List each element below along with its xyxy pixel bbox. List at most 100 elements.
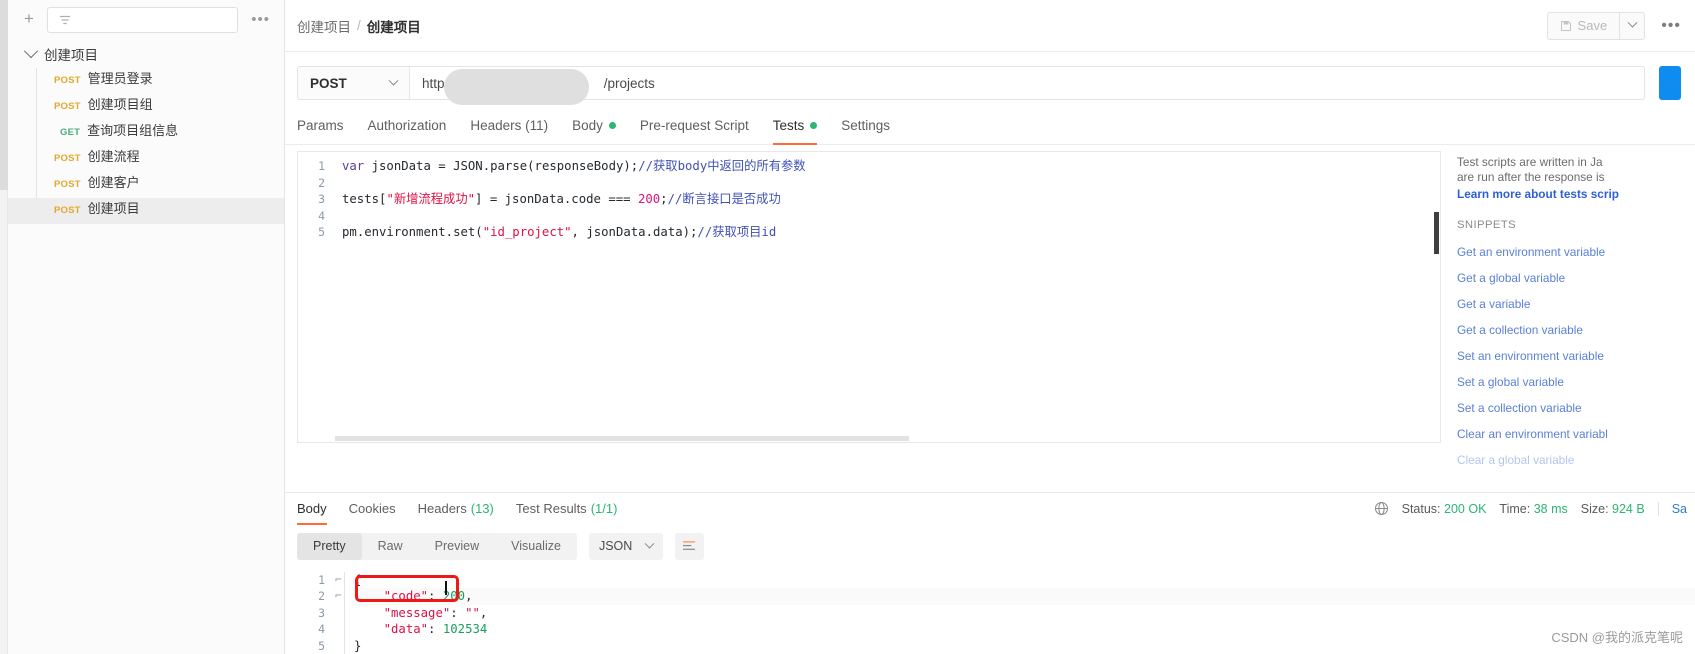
sidebar-toolbar: + ••• — [8, 0, 284, 40]
filter-icon — [59, 15, 71, 25]
snippet-get-environment-variable[interactable]: Get an environment variable — [1457, 239, 1695, 265]
method-badge: POST — [54, 179, 81, 190]
request-label: 创建客户 — [87, 175, 140, 190]
sidebar-request-3[interactable]: POST 创建流程 — [8, 146, 284, 172]
collection-name: 创建项目 — [44, 48, 98, 63]
language-value: JSON — [598, 539, 633, 553]
send-button[interactable] — [1659, 66, 1681, 100]
format-preview[interactable]: Preview — [419, 533, 495, 560]
fold-markers[interactable]: ⌐ ⌐ — [335, 572, 344, 654]
redacted-host-overlay — [444, 69, 589, 105]
sidebar: + ••• 创建项目 POST 管理员登录 POST 创建项目组 GET 查询项… — [8, 0, 285, 654]
tab-count: (13) — [470, 501, 494, 516]
response-tabs: Body Cookies Headers (13) Test Results (… — [297, 492, 617, 525]
snippet-get-global-variable[interactable]: Get a global variable — [1457, 265, 1695, 291]
breadcrumb-current: 创建项目 — [366, 19, 421, 35]
format-raw[interactable]: Raw — [362, 533, 419, 560]
tab-tests[interactable]: Tests — [772, 114, 818, 145]
format-visualize[interactable]: Visualize — [495, 533, 577, 560]
line-number: 5 — [318, 225, 325, 239]
response-tab-test-results[interactable]: Test Results (1/1) — [516, 492, 618, 525]
save-button[interactable]: Save — [1546, 11, 1620, 40]
sidebar-request-5[interactable]: POST 创建项目 — [8, 198, 284, 224]
header-more-button[interactable]: ••• — [1661, 17, 1681, 35]
method-value: POST — [310, 75, 347, 91]
method-select[interactable]: POST — [298, 67, 410, 99]
wrap-lines-button[interactable] — [675, 532, 705, 560]
snippet-set-environment-variable[interactable]: Set an environment variable — [1457, 343, 1695, 369]
learn-more-link[interactable]: Learn more about tests scrip — [1457, 187, 1695, 201]
fold-open-icon: ⌐ — [335, 572, 342, 586]
breadcrumb-bar: 创建项目 / 创建项目 Save ••• — [285, 0, 1695, 52]
response-body-code: { "code": 200, "message": "", "data": 10… — [344, 571, 1695, 654]
tab-params[interactable]: Params — [297, 114, 344, 144]
sidebar-request-1[interactable]: POST 创建项目组 — [8, 94, 284, 120]
snippet-clear-global-variable[interactable]: Clear a global variable — [1457, 447, 1695, 473]
has-content-dot-icon — [810, 122, 818, 129]
editor-vertical-scrollbar[interactable] — [1434, 212, 1439, 254]
rail-scrollbar-thumb[interactable] — [0, 0, 8, 190]
body-line-4: "data": 102534 — [383, 622, 488, 636]
method-badge: POST — [54, 75, 81, 86]
body-line-1: { — [354, 572, 362, 587]
response-language-select[interactable]: JSON — [588, 532, 664, 560]
tab-settings[interactable]: Settings — [841, 114, 890, 144]
body-line-5: } — [354, 638, 362, 653]
response-tab-headers[interactable]: Headers (13) — [418, 492, 494, 525]
response-tab-body[interactable]: Body — [297, 492, 327, 525]
editor-horizontal-scrollbar[interactable] — [335, 436, 1439, 441]
method-badge: POST — [54, 101, 81, 112]
url-suffix: /projects — [603, 75, 655, 91]
tab-headers[interactable]: Headers (11) — [470, 114, 548, 144]
status-group: Status: 200 OK — [1402, 502, 1487, 516]
snippet-clear-environment-variable[interactable]: Clear an environment variabl — [1457, 421, 1695, 447]
line-number: 3 — [318, 605, 325, 620]
url-input[interactable]: http:// /projects — [410, 67, 1644, 105]
collection-row[interactable]: 创建项目 — [8, 40, 284, 68]
tab-label: Tests — [772, 118, 805, 133]
tab-label: Headers — [417, 501, 467, 516]
save-response-button[interactable]: Sa — [1657, 501, 1687, 516]
tab-pre-request-script[interactable]: Pre-request Script — [640, 114, 749, 144]
request-list: POST 管理员登录 POST 创建项目组 GET 查询项目组信息 POST 创… — [8, 68, 284, 224]
time-value: 38 ms — [1533, 501, 1568, 516]
snippet-get-variable[interactable]: Get a variable — [1457, 291, 1695, 317]
method-badge: POST — [54, 205, 81, 216]
snippet-get-collection-variable[interactable]: Get a collection variable — [1457, 317, 1695, 343]
snippet-set-global-variable[interactable]: Set a global variable — [1457, 369, 1695, 395]
response-tabbar: Body Cookies Headers (13) Test Results (… — [285, 491, 1695, 525]
status-label: Status: — [1401, 501, 1441, 516]
snippets-intro-line2: are run after the response is — [1457, 170, 1605, 184]
new-item-button[interactable]: + — [20, 10, 38, 29]
response-body-viewer[interactable]: 1 2 3 4 5 ⌐ ⌐ { "code": 200, "message": … — [285, 560, 1695, 654]
editor-and-snippets: 1 2 3 4 5 var jsonData = JSON.parse(resp… — [285, 145, 1695, 492]
tab-label: Authorization — [367, 118, 447, 133]
sidebar-request-0[interactable]: POST 管理员登录 — [8, 68, 284, 94]
size-label: Size: — [1580, 501, 1609, 516]
code-line-1: var jsonData = JSON.parse(responseBody);… — [342, 159, 806, 173]
tab-authorization[interactable]: Authorization — [368, 114, 447, 144]
editor-gutter: 1 2 3 4 5 — [298, 152, 334, 442]
sidebar-filter-input[interactable] — [47, 7, 239, 33]
tests-code-editor[interactable]: 1 2 3 4 5 var jsonData = JSON.parse(resp… — [297, 151, 1441, 443]
sidebar-more-button[interactable]: ••• — [247, 12, 274, 27]
tab-count: (1/1) — [590, 501, 618, 516]
body-line-3: "message": "", — [383, 605, 488, 620]
sidebar-request-2[interactable]: GET 查询项目组信息 — [8, 120, 284, 146]
format-pretty[interactable]: Pretty — [297, 532, 362, 560]
line-number: 4 — [318, 622, 325, 636]
request-label: 查询项目组信息 — [87, 123, 179, 138]
breadcrumb-parent[interactable]: 创建项目 — [297, 16, 351, 36]
sidebar-request-4[interactable]: POST 创建客户 — [8, 172, 284, 198]
postman-window: + ••• 创建项目 POST 管理员登录 POST 创建项目组 GET 查询项… — [0, 0, 1695, 654]
chevron-down-icon — [1627, 17, 1638, 28]
request-label: 创建项目组 — [87, 97, 153, 112]
save-options-button[interactable] — [1619, 11, 1646, 40]
line-number: 2 — [318, 589, 325, 603]
app-left-rail — [0, 0, 8, 654]
response-tab-cookies[interactable]: Cookies — [349, 492, 396, 525]
snippet-set-collection-variable[interactable]: Set a collection variable — [1457, 395, 1695, 421]
editor-container: 1 2 3 4 5 var jsonData = JSON.parse(resp… — [285, 145, 1443, 492]
tab-body[interactable]: Body — [572, 114, 616, 144]
